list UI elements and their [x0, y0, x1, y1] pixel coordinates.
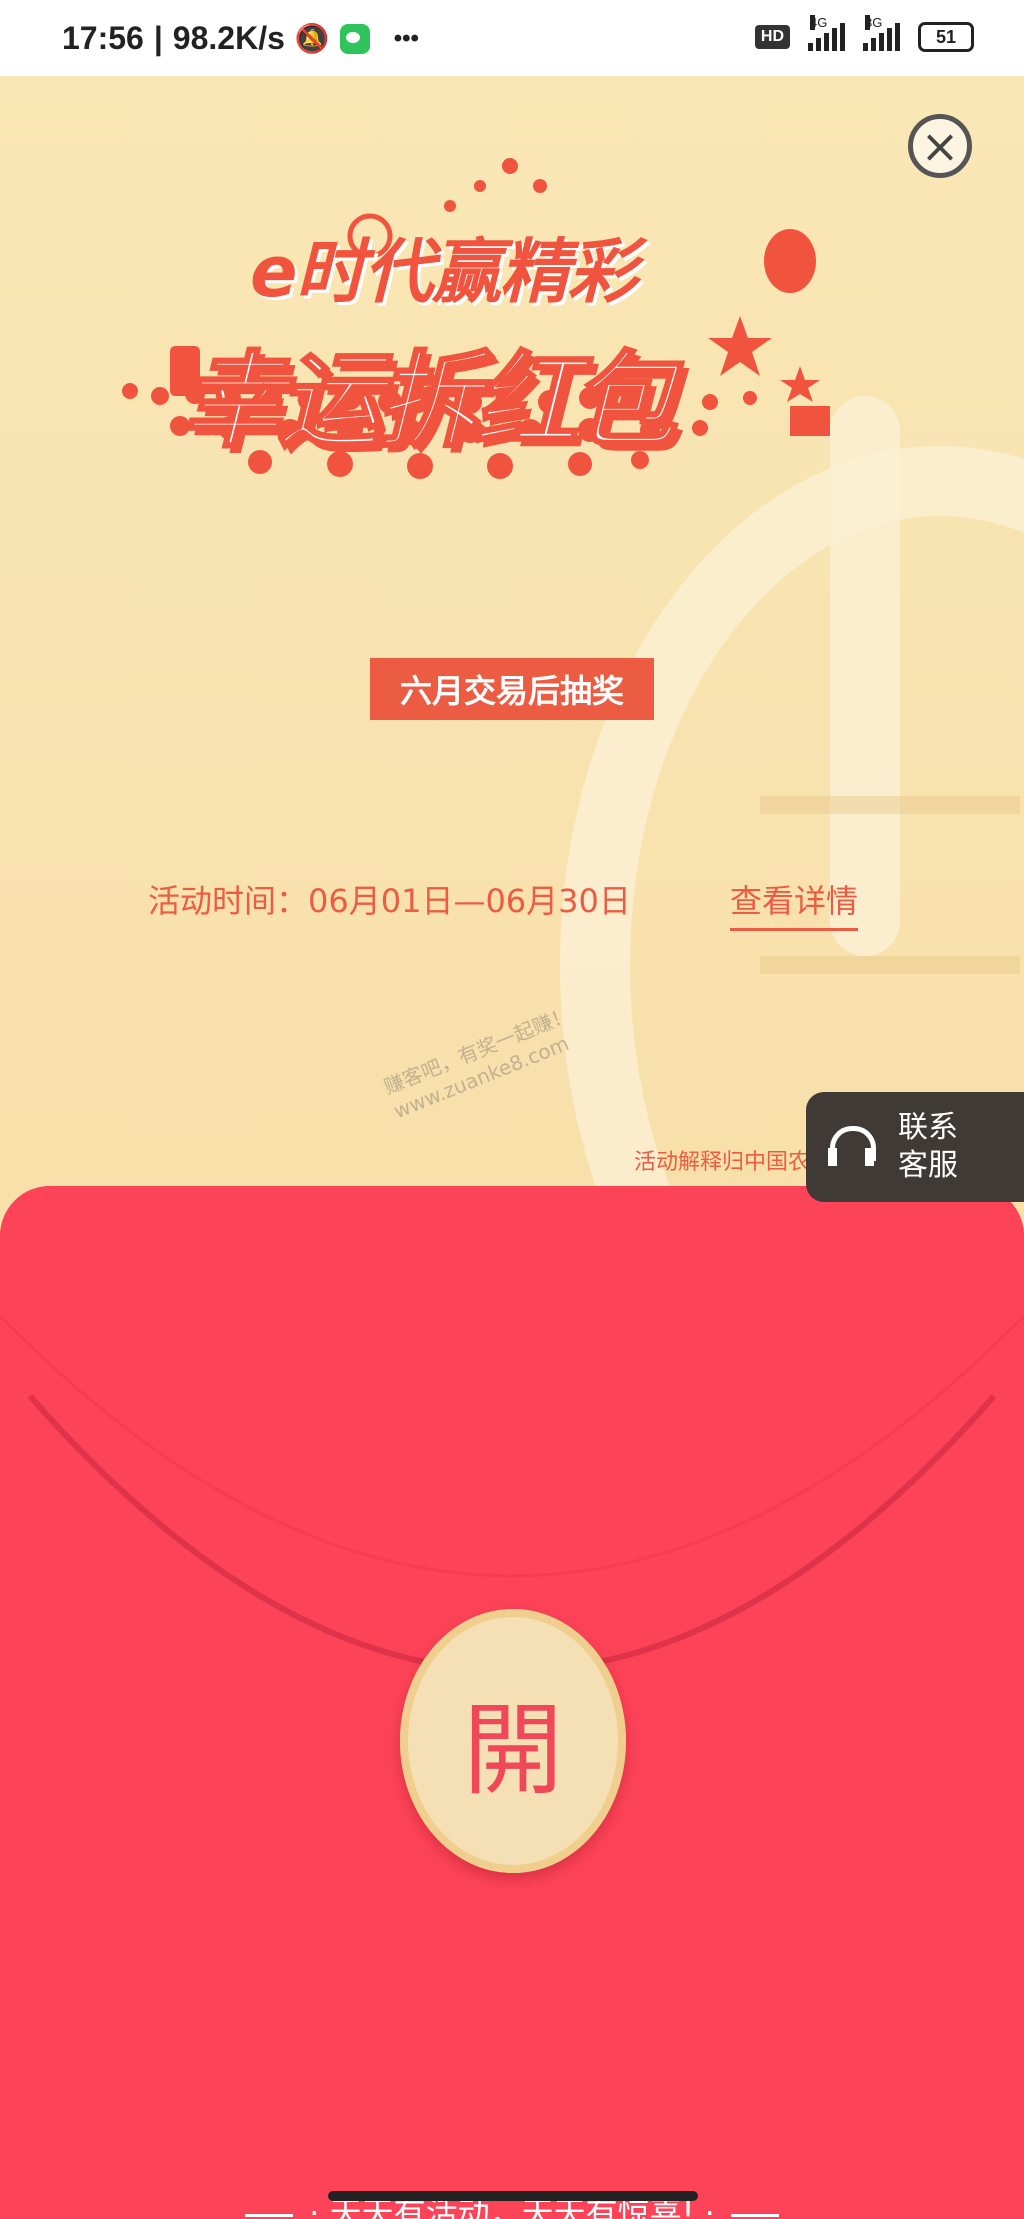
- wechat-icon: [339, 23, 370, 54]
- slogan-divider-left: [245, 2213, 294, 2217]
- status-network-speed: 98.2K/s: [172, 20, 285, 56]
- network-type-4g: 4G: [810, 15, 828, 30]
- status-bar: 17:56 | 98.2K/s 🔕 ••• HD 4G 3G 51: [0, 0, 1024, 76]
- activity-time: 活动时间：06月01日—06月30日: [148, 882, 631, 920]
- customer-service-label: 联系 客服: [898, 1109, 958, 1185]
- slogan-divider-right: [730, 2213, 779, 2217]
- home-indicator[interactable]: [328, 2191, 698, 2201]
- battery-icon: 51: [918, 22, 974, 52]
- close-icon: ×: [920, 119, 960, 173]
- more-icon: •••: [393, 24, 419, 52]
- headset-icon: [828, 1124, 876, 1170]
- status-time: 17:56: [62, 20, 144, 56]
- customer-service-label-line2: 客服: [898, 1148, 958, 1183]
- background-line-decoration: [760, 956, 1020, 974]
- open-envelope-button[interactable]: 開: [400, 1609, 626, 1873]
- signal-3g-icon: 3G: [863, 15, 900, 51]
- status-left: 17:56 | 98.2K/s 🔕 •••: [62, 20, 419, 57]
- customer-service-button[interactable]: 联系 客服: [806, 1092, 1024, 1202]
- open-button-label: 開: [463, 1691, 563, 1809]
- lucky-red-envelope-page: × e时代赢精彩 幸运拆红包 六月交易后抽奖 活动时间：06月01日—06月30…: [0, 76, 1024, 2219]
- signal-4g-icon: 4G: [808, 15, 845, 51]
- background-line-decoration: [760, 796, 1020, 814]
- view-details-link[interactable]: 查看详情: [730, 876, 859, 931]
- watermark: 赚客吧，有奖一起赚！ www.zuanke8.com: [380, 1001, 585, 1124]
- banner-title-line2: 幸运拆红包: [178, 339, 677, 464]
- network-type-3g: 3G: [865, 15, 883, 30]
- customer-service-label-line1: 联系: [898, 1110, 958, 1145]
- campaign-banner: e时代赢精彩 幸运拆红包: [100, 126, 920, 486]
- status-separator: |: [153, 20, 163, 56]
- hd-icon: HD: [754, 25, 790, 49]
- lottery-badge: 六月交易后抽奖: [370, 658, 654, 720]
- bell-off-icon: 🔕: [294, 23, 330, 54]
- banner-title-line1: e时代赢精彩: [250, 231, 637, 313]
- status-right: HD 4G 3G 51: [754, 15, 974, 52]
